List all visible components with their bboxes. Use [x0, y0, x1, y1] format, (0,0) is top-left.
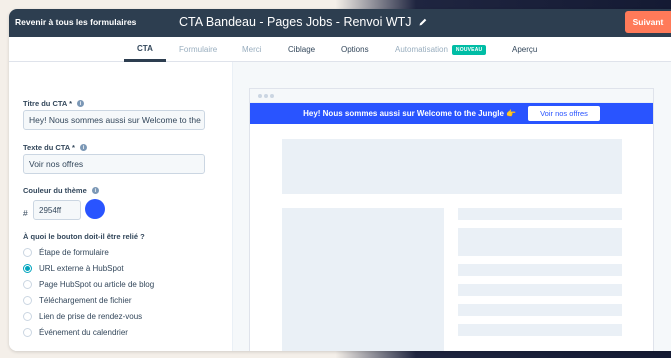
preview-panel: Hey! Nous sommes aussi sur Welcome to th…: [233, 62, 671, 351]
tab-label: Merci: [242, 45, 262, 54]
radio-button[interactable]: [23, 264, 32, 273]
tab-label: Options: [341, 45, 369, 54]
banner-button[interactable]: Voir nos offres: [528, 106, 600, 121]
radio-form-step[interactable]: Étape de formulaire: [23, 248, 109, 257]
radio-label: Événement du calendrier: [39, 328, 128, 337]
browser-mockup: Hey! Nous sommes aussi sur Welcome to th…: [249, 88, 654, 351]
radio-label: Téléchargement de fichier: [39, 296, 132, 305]
tab-cta[interactable]: CTA: [124, 37, 166, 62]
tab-bar: CTA Formulaire Merci Ciblage Options Aut…: [9, 37, 671, 62]
banner-text: Hey! Nous sommes aussi sur Welcome to th…: [303, 109, 517, 118]
placeholder-block: [458, 228, 622, 256]
label-text: Couleur du thème: [23, 186, 87, 195]
radio-label: URL externe à HubSpot: [39, 264, 124, 273]
theme-color-input[interactable]: 2954ff: [33, 200, 81, 220]
form-title[interactable]: CTA Bandeau - Pages Jobs - Renvoi WTJ: [179, 15, 428, 29]
browser-dot: [264, 94, 268, 98]
link-target-question: À quoi le bouton doit-il être relié ?: [23, 232, 145, 241]
radio-button[interactable]: [23, 296, 32, 305]
tab-options[interactable]: Options: [341, 37, 369, 62]
browser-dot: [258, 94, 262, 98]
placeholder-line: [458, 324, 622, 336]
radio-button[interactable]: [23, 280, 32, 289]
editor-content: Titre du CTA * i Hey! Nous sommes aussi …: [9, 62, 671, 351]
theme-color-swatch[interactable]: [85, 199, 105, 219]
theme-color-label: Couleur du thème i: [23, 186, 99, 195]
form-title-text: CTA Bandeau - Pages Jobs - Renvoi WTJ: [179, 15, 412, 29]
cta-text-label: Texte du CTA * i: [23, 143, 87, 152]
pencil-icon[interactable]: [418, 17, 428, 27]
radio-button[interactable]: [23, 248, 32, 257]
radio-meeting-link[interactable]: Lien de prise de rendez-vous: [23, 312, 142, 321]
hash-prefix: #: [23, 208, 28, 218]
label-text: Titre du CTA *: [23, 99, 73, 108]
radio-calendar-event[interactable]: Événement du calendrier: [23, 328, 128, 337]
cta-text-input[interactable]: Voir nos offres: [23, 154, 205, 174]
tab-automatisation[interactable]: Automatisation NOUVEAU: [395, 37, 487, 62]
back-to-forms-link[interactable]: Revenir à tous les formulaires: [15, 17, 136, 27]
info-icon[interactable]: i: [77, 100, 85, 107]
radio-button[interactable]: [23, 312, 32, 321]
tab-label: CTA: [137, 43, 153, 53]
info-icon[interactable]: i: [79, 144, 87, 151]
tab-formulaire[interactable]: Formulaire: [179, 37, 217, 62]
tab-label: Aperçu: [512, 45, 538, 54]
next-button[interactable]: Suivant: [625, 11, 671, 33]
radio-label: Étape de formulaire: [39, 248, 109, 257]
tab-label: Formulaire: [179, 45, 218, 54]
placeholder-line: [458, 304, 622, 316]
radio-label: Lien de prise de rendez-vous: [39, 312, 143, 321]
label-text: Texte du CTA *: [23, 143, 75, 152]
cta-title-label: Titre du CTA * i: [23, 99, 85, 108]
cta-title-input[interactable]: Hey! Nous sommes aussi sur Welcome to th…: [23, 110, 205, 130]
cta-banner-preview: Hey! Nous sommes aussi sur Welcome to th…: [250, 103, 653, 124]
radio-label: Page HubSpot ou article de blog: [39, 280, 155, 289]
radio-file-download[interactable]: Téléchargement de fichier: [23, 296, 132, 305]
new-badge: NOUVEAU: [451, 44, 487, 55]
placeholder-line: [458, 264, 622, 276]
cta-form-panel: Titre du CTA * i Hey! Nous sommes aussi …: [9, 62, 233, 351]
placeholder-block: [282, 208, 444, 351]
editor-window: Revenir à tous les formulaires CTA Bande…: [9, 9, 671, 351]
tab-ciblage[interactable]: Ciblage: [288, 37, 315, 62]
placeholder-line: [458, 284, 622, 296]
browser-dot: [270, 94, 274, 98]
tab-merci[interactable]: Merci: [242, 37, 262, 62]
placeholder-line: [458, 208, 622, 220]
radio-button[interactable]: [23, 328, 32, 337]
info-icon[interactable]: i: [91, 187, 99, 194]
placeholder-block: [282, 139, 622, 194]
radio-hubspot-page[interactable]: Page HubSpot ou article de blog: [23, 280, 154, 289]
tab-label: Automatisation: [395, 45, 448, 54]
tab-label: Ciblage: [288, 45, 316, 54]
browser-bar: [250, 89, 653, 103]
radio-external-url[interactable]: URL externe à HubSpot: [23, 264, 124, 273]
top-bar: Revenir à tous les formulaires CTA Bande…: [9, 9, 671, 37]
tab-apercu[interactable]: Aperçu: [512, 37, 537, 62]
